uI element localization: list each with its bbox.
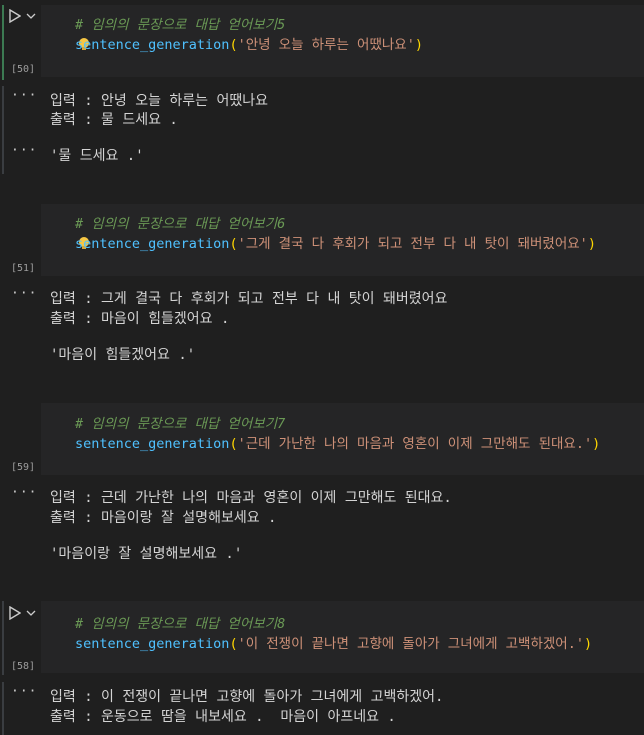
output-more-icon[interactable]: ··· (11, 485, 37, 500)
code-comment: # 임의의 문장으로 대답 얻어보기5 (75, 17, 286, 33)
output-line: '마음이랑 잘 설명해보세요 .' (50, 546, 243, 562)
output-line: 입력 : 안녕 오늘 하루는 어땠나요 (50, 93, 269, 109)
code-editor[interactable]: # 임의의 문장으로 대답 얻어보기5 sentence_generation(… (41, 5, 644, 77)
cell-focus-bar (2, 5, 4, 80)
output-more-icon[interactable]: ··· (11, 684, 37, 699)
play-icon (9, 9, 21, 23)
output-bar (2, 682, 4, 735)
execution-count: [58] (11, 661, 36, 672)
output-line: '물 드세요 .' (50, 148, 144, 164)
execution-count: [59] (11, 462, 36, 473)
run-cell-button[interactable] (9, 603, 39, 623)
notebook-cell[interactable]: # 임의의 문장으로 대답 얻어보기5 sentence_generation(… (0, 0, 644, 200)
output-line: 입력 : 근데 가난한 나의 마음과 영혼이 이제 그만해도 된대요. (50, 490, 452, 506)
output-line: 출력 : 마음이랑 잘 설명해보세요 . (50, 510, 277, 526)
output-line: 출력 : 물 드세요 . (50, 112, 178, 128)
notebook-cell[interactable]: # 임의의 문장으로 대답 얻어보기7 sentence_generation(… (0, 400, 644, 600)
code-editor[interactable]: # 임의의 문장으로 대답 얻어보기7 sentence_generation(… (41, 403, 644, 475)
output-line: '마음이 힘들겠어요 .' (50, 347, 196, 363)
code-call: sentence_generation('그게 결국 다 후회가 되고 전부 다… (75, 236, 596, 252)
run-cell-button[interactable] (9, 6, 39, 26)
execution-count: [51] (11, 263, 36, 274)
code-call: sentence_generation('안녕 오늘 하루는 어땠나요') (75, 37, 423, 53)
output-line: 출력 : 마음이 힘들겠어요 . (50, 311, 230, 327)
notebook-cell[interactable]: # 임의의 문장으로 대답 얻어보기6 sentence_generation(… (0, 200, 644, 400)
code-call: sentence_generation('이 전쟁이 끝나면 고향에 돌아가 그… (75, 636, 593, 652)
notebook-cell[interactable]: # 임의의 문장으로 대답 얻어보기8 sentence_generation(… (0, 598, 644, 735)
code-editor[interactable]: # 임의의 문장으로 대답 얻어보기8 sentence_generation(… (41, 601, 644, 673)
code-editor[interactable]: # 임의의 문장으로 대답 얻어보기6 sentence_generation(… (41, 204, 644, 276)
output-more-icon[interactable]: ··· (11, 286, 37, 301)
output-more-icon[interactable]: ··· (11, 143, 37, 158)
output-bar (2, 86, 4, 174)
code-call: sentence_generation('근데 가난한 나의 마음과 영혼이 이… (75, 436, 601, 452)
execution-count: [50] (11, 64, 36, 75)
output-line: 입력 : 그게 결국 다 후회가 되고 전부 다 내 탓이 돼버렸어요 (50, 291, 448, 307)
output-more-icon[interactable]: ··· (11, 88, 37, 103)
code-comment: # 임의의 문장으로 대답 얻어보기8 (75, 616, 286, 632)
play-icon (9, 606, 21, 620)
cell-focus-bar (2, 601, 4, 675)
output-line: 출력 : 운동으로 땀을 내보세요 . 마음이 아프네요 . (50, 709, 396, 725)
code-comment: # 임의의 문장으로 대답 얻어보기6 (75, 216, 286, 232)
chevron-down-icon[interactable] (26, 609, 36, 617)
output-line: 입력 : 이 전쟁이 끝나면 고향에 돌아가 그녀에게 고백하겠어. (50, 689, 444, 705)
chevron-down-icon[interactable] (26, 12, 36, 20)
code-comment: # 임의의 문장으로 대답 얻어보기7 (75, 416, 286, 432)
